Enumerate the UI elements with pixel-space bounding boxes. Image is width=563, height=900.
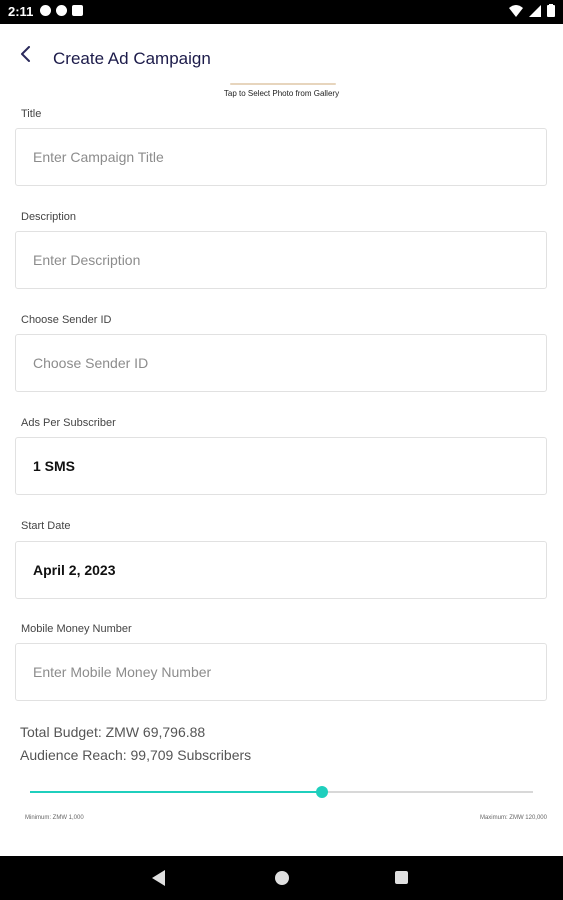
- sender-id-label: Choose Sender ID: [21, 314, 112, 326]
- nav-home-icon[interactable]: [275, 871, 289, 885]
- system-icons: [509, 4, 555, 17]
- mobile-money-input[interactable]: Enter Mobile Money Number: [15, 643, 547, 701]
- slider-thumb[interactable]: [315, 786, 328, 798]
- back-arrow-icon[interactable]: [18, 46, 34, 62]
- ads-per-subscriber-value: 1 SMS: [33, 458, 76, 474]
- battery-icon: [547, 4, 555, 17]
- description-label: Description: [21, 211, 77, 223]
- total-budget: Total Budget: ZMW 69,796.88: [20, 724, 206, 740]
- ads-per-subscriber-select[interactable]: 1 SMS: [15, 437, 547, 495]
- start-date-picker[interactable]: April 2, 2023: [15, 541, 547, 599]
- app-bar: Create Ad Campaign: [0, 24, 563, 84]
- ads-per-subscriber-label: Ads Per Subscriber: [21, 417, 116, 429]
- wifi-icon: [509, 4, 523, 17]
- slider-max-label: Maximum: ZMW 120,000: [479, 815, 547, 821]
- description-placeholder: Enter Description: [33, 252, 141, 268]
- system-nav-bar: [0, 856, 563, 900]
- notification-b-icon: [56, 5, 67, 16]
- status-time: 2:11: [8, 4, 34, 19]
- gallery-hint[interactable]: Tap to Select Photo from Gallery: [0, 89, 563, 98]
- slider-min-label: Minimum: ZMW 1,000: [25, 815, 84, 821]
- status-bar: 2:11: [0, 0, 563, 24]
- page-title: Create Ad Campaign: [53, 49, 211, 68]
- start-date-value: April 2, 2023: [33, 562, 116, 578]
- mobile-money-label: Mobile Money Number: [21, 623, 132, 635]
- signal-icon: [529, 4, 541, 17]
- sender-id-select[interactable]: Choose Sender ID: [15, 334, 547, 392]
- mobile-money-placeholder: Enter Mobile Money Number: [33, 664, 212, 680]
- notification-a-icon: [40, 5, 51, 16]
- sender-id-placeholder: Choose Sender ID: [33, 355, 149, 371]
- title-input[interactable]: Enter Campaign Title: [15, 128, 547, 186]
- photo-picker-edge[interactable]: [230, 83, 336, 85]
- title-label: Title: [21, 108, 42, 120]
- start-date-label: Start Date: [21, 520, 71, 532]
- slider-fill: [30, 791, 322, 793]
- title-placeholder: Enter Campaign Title: [33, 149, 164, 165]
- budget-slider[interactable]: [30, 786, 533, 798]
- description-input[interactable]: Enter Description: [15, 231, 547, 289]
- nav-recent-icon[interactable]: [395, 871, 408, 884]
- nav-back-icon[interactable]: [152, 870, 166, 886]
- sd-card-icon: [72, 5, 83, 16]
- notification-icons: [40, 5, 83, 16]
- audience-reach: Audience Reach: 99,709 Subscribers: [20, 747, 252, 763]
